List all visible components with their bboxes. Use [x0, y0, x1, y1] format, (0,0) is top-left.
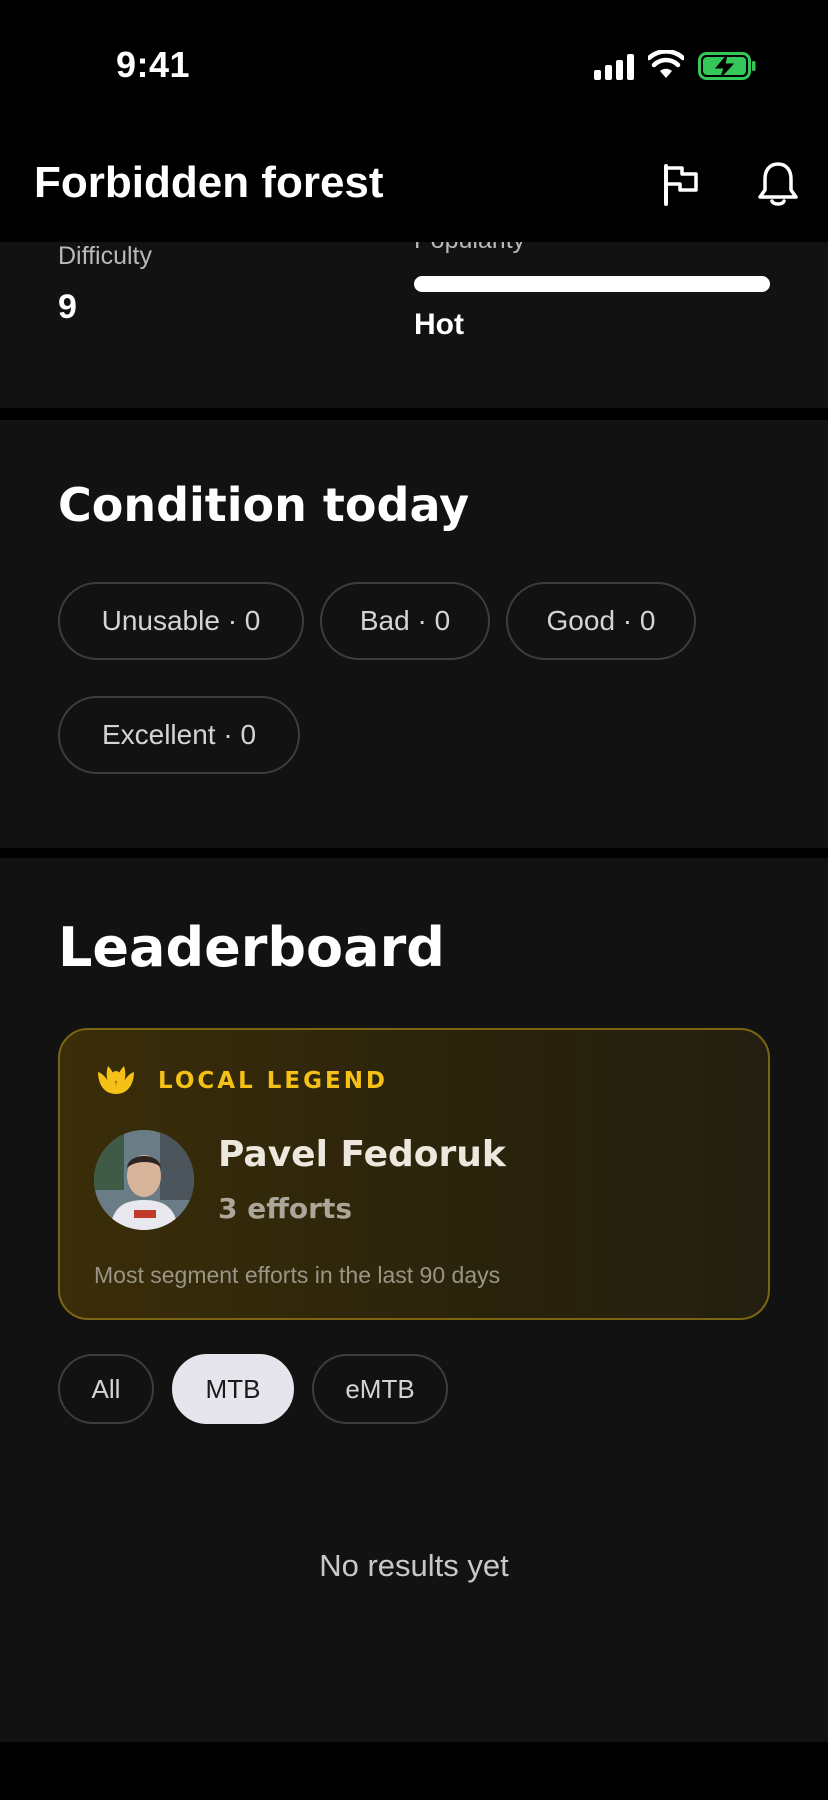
local-legend-label: LOCAL LEGEND: [158, 1068, 389, 1094]
app-header: Forbidden forest: [0, 130, 828, 242]
leaderboard-title: Leaderboard: [58, 916, 445, 979]
filter-emtb[interactable]: eMTB: [312, 1354, 448, 1424]
stats-card: Difficulty 9 Popularity Hot: [0, 242, 828, 408]
empty-state-text: No results yet: [319, 1548, 509, 1583]
filter-all[interactable]: All: [58, 1354, 154, 1424]
battery-charging-icon: [698, 52, 756, 80]
page-title: Forbidden forest: [34, 158, 384, 207]
legend-efforts: 3 efforts: [218, 1192, 352, 1225]
legend-name: Pavel Fedoruk: [218, 1134, 506, 1175]
condition-chip-unusable[interactable]: Unusable · 0: [58, 582, 304, 660]
popularity-value: Hot: [414, 308, 464, 341]
popularity-bar: [414, 276, 770, 292]
filter-mtb[interactable]: MTB: [172, 1354, 294, 1424]
legend-description: Most segment efforts in the last 90 days: [94, 1262, 501, 1288]
wifi-icon: [648, 50, 684, 78]
local-legend-card[interactable]: LOCAL LEGEND Pavel Fedoruk 3 efforts Mos…: [58, 1028, 770, 1320]
laurel-icon: [98, 1066, 134, 1094]
avatar[interactable]: [94, 1130, 194, 1230]
condition-title: Condition today: [58, 478, 470, 532]
cellular-signal-icon: [594, 54, 634, 80]
difficulty-label: Difficulty: [58, 242, 153, 270]
condition-chip-bad[interactable]: Bad · 0: [320, 582, 490, 660]
status-bar: 9:41: [0, 0, 828, 130]
leaderboard-card: Leaderboard LOCAL LEGEND Pavel Fedoruk 3…: [0, 858, 828, 1742]
flag-icon[interactable]: [658, 160, 704, 208]
condition-chip-good[interactable]: Good · 0: [506, 582, 696, 660]
popularity-label: Popularity: [414, 242, 525, 255]
status-time: 9:41: [116, 44, 191, 85]
condition-card: Condition today Unusable · 0 Bad · 0 Goo…: [0, 420, 828, 848]
difficulty-value: 9: [58, 288, 77, 326]
condition-chip-excellent[interactable]: Excellent · 0: [58, 696, 300, 774]
bell-icon[interactable]: [756, 160, 800, 208]
